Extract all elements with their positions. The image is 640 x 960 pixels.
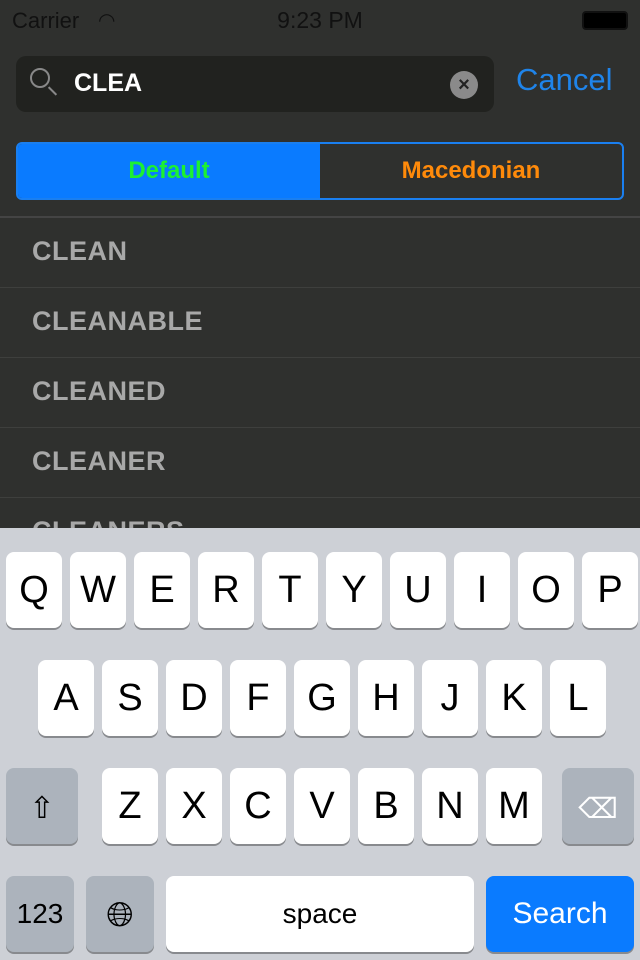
search-input[interactable]: CLEA × (16, 56, 494, 112)
key-b[interactable]: B (358, 768, 414, 844)
search-query[interactable]: CLEA (74, 69, 142, 98)
battery-icon (582, 11, 628, 30)
key-m[interactable]: M (486, 768, 542, 844)
key-n[interactable]: N (422, 768, 478, 844)
shift-key[interactable]: ⇧ (6, 768, 78, 844)
segment-default[interactable]: Default (18, 144, 320, 198)
key-l[interactable]: L (550, 660, 606, 736)
key-g[interactable]: G (294, 660, 350, 736)
list-item[interactable]: CLEAN (0, 218, 640, 288)
search-icon (30, 68, 50, 88)
list-item[interactable]: CLEANED (0, 358, 640, 428)
key-y[interactable]: Y (326, 552, 382, 628)
key-w[interactable]: W (70, 552, 126, 628)
key-v[interactable]: V (294, 768, 350, 844)
key-c[interactable]: C (230, 768, 286, 844)
key-d[interactable]: D (166, 660, 222, 736)
key-k[interactable]: K (486, 660, 542, 736)
key-r[interactable]: R (198, 552, 254, 628)
language-segmented-control[interactable]: Default Macedonian (16, 142, 624, 200)
key-q[interactable]: Q (6, 552, 62, 628)
space-key[interactable]: space (166, 876, 474, 952)
key-t[interactable]: T (262, 552, 318, 628)
segment-macedonian[interactable]: Macedonian (320, 144, 622, 198)
key-h[interactable]: H (358, 660, 414, 736)
list-item[interactable]: CLEANABLE (0, 288, 640, 358)
shift-icon: ⇧ (29, 792, 55, 825)
key-o[interactable]: O (518, 552, 574, 628)
keyboard: ⇧ ⌫ 123 🌐︎ space Search QWERTYUIOP ASDFGH… (0, 528, 640, 960)
status-time: 9:23 PM (277, 7, 363, 33)
globe-key[interactable]: 🌐︎ (86, 876, 154, 952)
cancel-button[interactable]: Cancel (516, 62, 613, 98)
globe-icon: 🌐︎ (106, 896, 134, 934)
key-i[interactable]: I (454, 552, 510, 628)
key-j[interactable]: J (422, 660, 478, 736)
list-item[interactable]: CLEANER (0, 428, 640, 498)
clear-icon[interactable]: × (450, 71, 478, 99)
status-bar: Carrier ◠ 9:23 PM (0, 0, 640, 40)
key-f[interactable]: F (230, 660, 286, 736)
results-list: CLEAN CLEANABLE CLEANED CLEANER CLEANERS (0, 216, 640, 568)
numbers-key[interactable]: 123 (6, 876, 74, 952)
key-x[interactable]: X (166, 768, 222, 844)
key-e[interactable]: E (134, 552, 190, 628)
delete-icon: ⌫ (578, 793, 618, 824)
key-p[interactable]: P (582, 552, 638, 628)
delete-key[interactable]: ⌫ (562, 768, 634, 844)
search-key[interactable]: Search (486, 876, 634, 952)
key-u[interactable]: U (390, 552, 446, 628)
key-s[interactable]: S (102, 660, 158, 736)
key-z[interactable]: Z (102, 768, 158, 844)
key-a[interactable]: A (38, 660, 94, 736)
